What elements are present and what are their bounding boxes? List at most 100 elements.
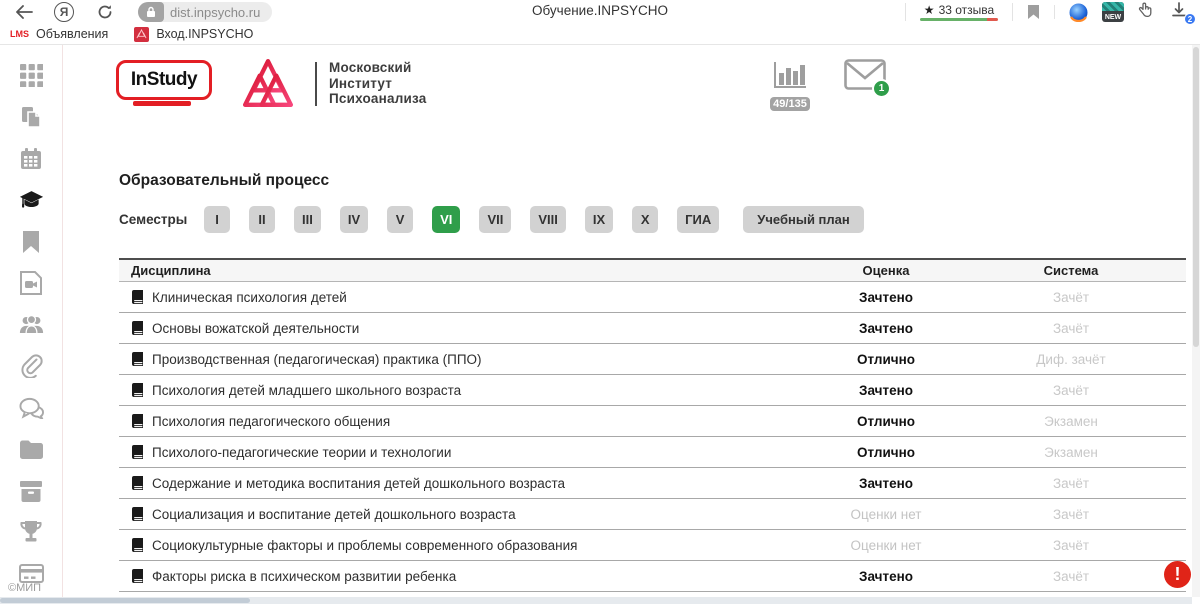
book-icon xyxy=(131,383,144,397)
bookmark-login-inpsycho[interactable]: Вход.INPSYCHO xyxy=(134,27,253,42)
semester-tab-iv[interactable]: IV xyxy=(340,206,368,233)
vertical-scrollbar-thumb[interactable] xyxy=(1193,47,1199,347)
bookmark-flag-icon[interactable] xyxy=(1027,4,1040,20)
discipline-link[interactable]: Психология детей младшего школьного возр… xyxy=(119,383,786,398)
grade-value: Зачтено xyxy=(786,290,986,305)
progress-widget[interactable]: 49/135 xyxy=(767,61,813,112)
book-icon xyxy=(131,445,144,459)
yandex-button[interactable]: Я xyxy=(54,2,74,22)
discipline-link[interactable]: Основы вожатской деятельности xyxy=(119,321,786,336)
lock-icon[interactable] xyxy=(138,2,164,22)
discipline-name: Производственная (педагогическая) практи… xyxy=(152,352,482,367)
semester-tab-viii[interactable]: VIII xyxy=(530,206,566,233)
table-row: Психология детей младшего школьного возр… xyxy=(119,375,1186,406)
grading-system-value: Зачёт xyxy=(986,290,1156,305)
discipline-link[interactable]: Производственная (педагогическая) практи… xyxy=(119,352,786,367)
sidebar-nav xyxy=(0,45,63,597)
folder-icon xyxy=(19,439,44,460)
downloads-icon[interactable]: 2 xyxy=(1170,1,1192,23)
sidebar-item-messages[interactable] xyxy=(19,395,44,420)
messages-widget[interactable]: 1 xyxy=(844,59,888,95)
sidebar-item-video-materials[interactable] xyxy=(19,271,44,296)
book-icon xyxy=(131,414,144,428)
vertical-scrollbar[interactable] xyxy=(1192,45,1200,597)
semester-tab-ix[interactable]: IX xyxy=(585,206,613,233)
extension-art xyxy=(1102,2,1124,11)
table-row: Социокультурные факторы и проблемы совре… xyxy=(119,530,1186,561)
back-icon[interactable] xyxy=(12,5,36,19)
instudy-logo[interactable]: InStudy xyxy=(116,60,212,100)
grading-system-value: Зачёт xyxy=(986,383,1156,398)
awards-icon xyxy=(19,520,43,544)
table-body: Клиническая психология детей Зачтено Зач… xyxy=(119,282,1186,592)
semester-tab-iii[interactable]: III xyxy=(294,206,321,233)
horizontal-scrollbar[interactable] xyxy=(0,597,1192,604)
discipline-link[interactable]: Клиническая психология детей xyxy=(119,290,786,305)
table-row: Социализация и воспитание детей дошкольн… xyxy=(119,499,1186,530)
discipline-link[interactable]: Социализация и воспитание детей дошкольн… xyxy=(119,507,786,522)
gesture-hand-icon[interactable] xyxy=(1138,1,1156,24)
discipline-link[interactable]: Социокультурные факторы и проблемы совре… xyxy=(119,538,786,553)
toolbar-separator xyxy=(1054,5,1055,19)
sidebar-item-calendar[interactable] xyxy=(19,146,44,171)
extension-new-icon[interactable]: NEW xyxy=(1102,2,1124,22)
book-icon xyxy=(131,569,144,583)
mip-favicon xyxy=(134,27,149,42)
grade-value: Отлично xyxy=(786,445,986,460)
reload-icon[interactable] xyxy=(94,4,116,20)
sidebar-item-awards[interactable] xyxy=(19,520,44,545)
discipline-link[interactable]: Психология педагогического общения xyxy=(119,414,786,429)
horizontal-scrollbar-thumb[interactable] xyxy=(0,598,250,603)
discipline-name: Психология педагогического общения xyxy=(152,414,390,429)
profile-avatar-icon[interactable] xyxy=(1069,3,1088,22)
semester-tab-гиа[interactable]: ГИА xyxy=(677,206,719,233)
table-header-row: Дисциплина Оценка Система xyxy=(119,258,1186,282)
address-bar[interactable]: dist.inpsycho.ru xyxy=(138,2,272,22)
progress-count-badge: 49/135 xyxy=(770,97,810,111)
semesters-label: Семестры xyxy=(119,212,204,227)
discipline-name: Психология детей младшего школьного возр… xyxy=(152,383,461,398)
discipline-name: Факторы риска в психическом развитии реб… xyxy=(152,569,456,584)
semester-tab-vii[interactable]: VII xyxy=(479,206,511,233)
table-row: Психолого-педагогические теории и технол… xyxy=(119,437,1186,468)
sidebar-item-attachments[interactable] xyxy=(19,354,44,379)
discipline-link[interactable]: Содержание и методика воспитания детей д… xyxy=(119,476,786,491)
sidebar-item-bookmark[interactable] xyxy=(19,229,44,254)
discipline-link[interactable]: Факторы риска в психическом развитии реб… xyxy=(119,569,786,584)
sidebar-item-archive[interactable] xyxy=(19,478,44,503)
instudy-logo-text: InStudy xyxy=(131,69,197,91)
alert-exclamation-icon[interactable]: ! xyxy=(1164,561,1191,588)
semester-tab-i[interactable]: I xyxy=(204,206,230,233)
content-panel: InStudy Московский Институт Психоанализ xyxy=(64,45,1192,597)
table-row: Психология педагогического общения Отлич… xyxy=(119,406,1186,437)
grade-value: Отлично xyxy=(786,352,986,367)
discipline-link[interactable]: Психолого-педагогические теории и технол… xyxy=(119,445,786,460)
sidebar-item-folder[interactable] xyxy=(19,437,44,462)
grading-system-value: Диф. зачёт xyxy=(986,352,1156,367)
table-row: Содержание и методика воспитания детей д… xyxy=(119,468,1186,499)
sidebar-item-documents[interactable] xyxy=(19,105,44,130)
logo-separator xyxy=(315,62,317,106)
semester-tab-x[interactable]: X xyxy=(632,206,658,233)
bar-chart-icon xyxy=(773,61,807,89)
curriculum-plan-button[interactable]: Учебный план xyxy=(743,206,863,233)
sidebar-item-community[interactable] xyxy=(19,312,44,337)
rating-bar xyxy=(920,18,998,21)
header-logos: InStudy Московский Институт Психоанализ xyxy=(116,60,426,114)
semester-tab-ii[interactable]: II xyxy=(249,206,275,233)
bookmark-announcements[interactable]: LMS Объявления xyxy=(10,27,108,41)
table-row: Производственная (педагогическая) практи… xyxy=(119,344,1186,375)
site-reviews-widget[interactable]: ★33 отзыва xyxy=(905,3,1013,21)
star-icon: ★ xyxy=(924,3,935,17)
instudy-logo-stand xyxy=(133,101,191,106)
sidebar-item-education[interactable] xyxy=(19,188,44,213)
mip-triangle-logo[interactable] xyxy=(241,57,295,114)
disciplines-table: Дисциплина Оценка Система Клиническая пс… xyxy=(119,258,1186,592)
semester-tab-vi[interactable]: VI xyxy=(432,206,460,233)
grade-value: Отлично xyxy=(786,414,986,429)
browser-toolbar: Я dist.inpsycho.ru Обучение.INPSYCHO ★33… xyxy=(0,0,1200,24)
sidebar-item-apps-grid[interactable] xyxy=(19,63,44,88)
archive-icon xyxy=(19,480,43,502)
semester-tab-v[interactable]: V xyxy=(387,206,413,233)
table-row: Основы вожатской деятельности Зачтено За… xyxy=(119,313,1186,344)
